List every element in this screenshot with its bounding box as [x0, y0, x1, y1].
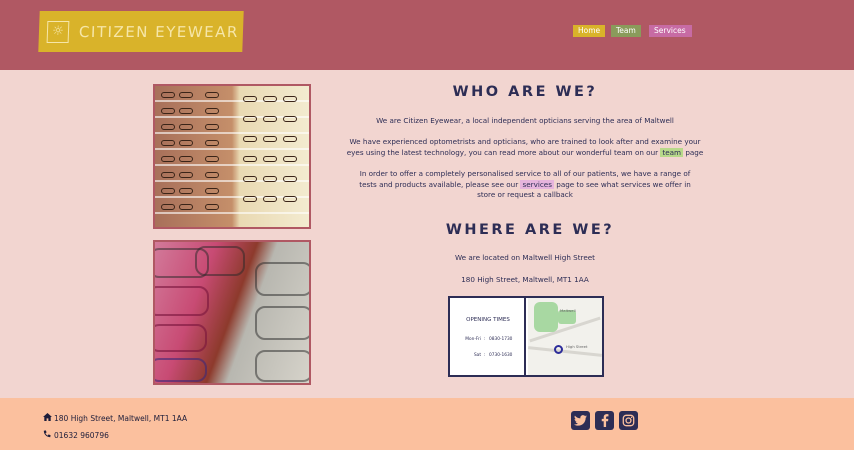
glasses-closeup-photo — [153, 240, 311, 385]
footer-phone-text[interactable]: 01632 960796 — [54, 431, 109, 440]
opening-sep: : — [484, 337, 486, 342]
social-links — [571, 411, 638, 430]
location-map[interactable]: Maltwell High Street — [528, 298, 602, 375]
opening-sep: : — [484, 353, 486, 358]
who-heading: WHO ARE WE? — [452, 84, 598, 100]
site-footer: 180 High Street, Maltwell, MT1 1AA 01632… — [0, 398, 854, 450]
sun-eye-icon: ☼ — [46, 20, 70, 43]
opening-day: Sat — [473, 353, 481, 358]
map-pin-icon[interactable] — [554, 345, 563, 354]
opening-time: 0830-1730 — [489, 337, 513, 342]
team-text-b: page — [683, 147, 704, 157]
team-inline-link[interactable]: team — [660, 147, 684, 157]
opening-times-panel: OPENING TIMES Mon-Fri : 0830-1730 Sat : … — [450, 298, 526, 375]
map-street-label: High Street — [566, 344, 588, 349]
phone-icon — [43, 430, 52, 440]
team-paragraph: We have experienced optometrists and opt… — [345, 137, 705, 158]
brand-name: CITIZEN EYEWEAR — [78, 22, 240, 41]
team-text-a: We have experienced optometrists and opt… — [346, 137, 701, 157]
opening-times-map-card: OPENING TIMES Mon-Fri : 0830-1730 Sat : … — [448, 296, 604, 377]
opening-time: 0730-1630 — [489, 353, 513, 358]
nav-team-link[interactable]: Team — [611, 25, 641, 37]
location-text: We are located on Maltwell High Street — [454, 253, 596, 262]
site-header: ☼ CITIZEN EYEWEAR Home Team Services — [0, 0, 854, 70]
home-icon — [43, 413, 52, 423]
address-text: 180 High Street, Maltwell, MT1 1AA — [461, 275, 589, 284]
footer-address: 180 High Street, Maltwell, MT1 1AA — [43, 413, 187, 423]
opening-day: Mon-Fri — [465, 337, 481, 342]
footer-phone: 01632 960796 — [43, 430, 109, 440]
services-inline-link[interactable]: services — [520, 179, 554, 189]
map-town-label: Maltwell — [560, 308, 576, 313]
nav-home-link[interactable]: Home — [573, 25, 605, 37]
twitter-icon[interactable] — [571, 411, 590, 430]
footer-address-text: 180 High Street, Maltwell, MT1 1AA — [54, 414, 188, 423]
main-content: WHO ARE WE? We are Citizen Eyewear, a lo… — [0, 70, 854, 398]
facebook-icon[interactable] — [595, 411, 614, 430]
instagram-icon[interactable] — [619, 411, 638, 430]
opening-times-title: OPENING TIMES — [466, 317, 510, 323]
main-nav: Home Team Services — [573, 25, 692, 37]
brand-logo[interactable]: ☼ CITIZEN EYEWEAR — [38, 11, 244, 52]
glasses-display-photo — [153, 84, 311, 229]
where-heading: WHERE ARE WE? — [445, 222, 615, 238]
nav-services-link[interactable]: Services — [649, 25, 692, 37]
services-paragraph: In order to offer a completely personali… — [355, 169, 695, 201]
intro-text: We are Citizen Eyewear, a local independ… — [376, 116, 674, 125]
